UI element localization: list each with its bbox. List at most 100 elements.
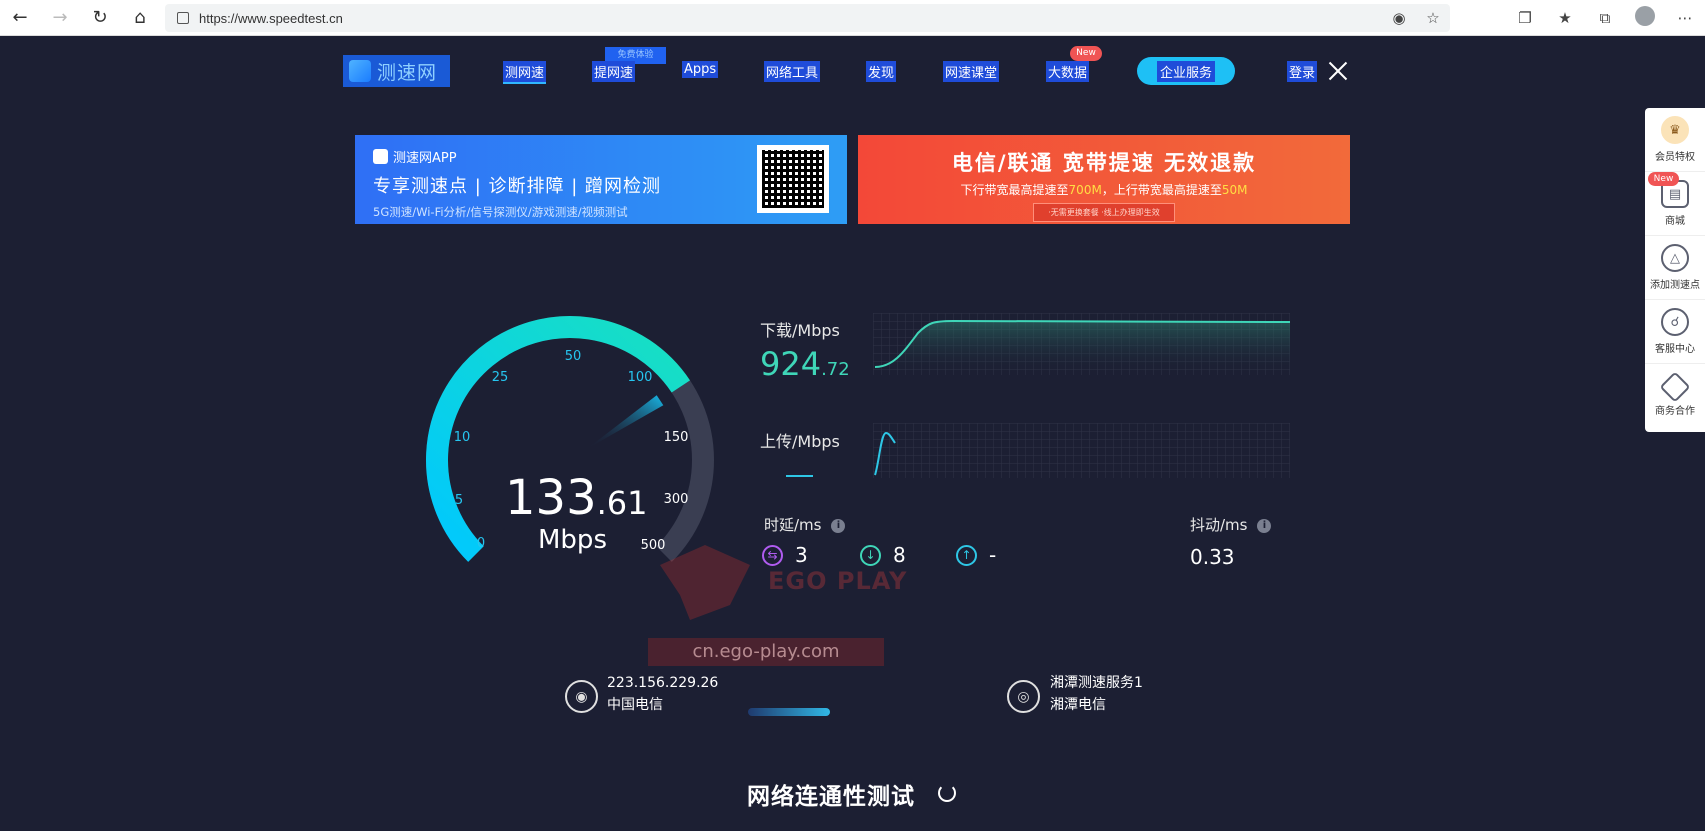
login-link[interactable]: 登录 xyxy=(1287,61,1318,82)
gauge-tick-5: 5 xyxy=(455,493,463,508)
promo-banner[interactable]: 电信/联通 宽带提速 无效退款 下行带宽最高提速至700M，上行带宽最高提速至5… xyxy=(858,135,1350,224)
nav-apps[interactable]: Apps xyxy=(682,61,719,78)
upload-placeholder-dash xyxy=(786,475,813,477)
home-button[interactable]: ⌂ xyxy=(120,0,160,36)
nav-big-data[interactable]: 大数据 xyxy=(1046,61,1090,82)
download-label: 下载/Mbps xyxy=(760,321,840,340)
tracking-prevention-icon[interactable]: ◉ xyxy=(1382,9,1416,27)
gauge-tick-10: 10 xyxy=(454,430,471,445)
gauge-tick-25: 25 xyxy=(492,370,509,385)
collections-icon[interactable]: ⧉ xyxy=(1585,9,1625,27)
qr-code-icon xyxy=(757,145,829,213)
current-speed: 133.61 xyxy=(505,470,648,526)
app-logo-icon xyxy=(373,149,388,164)
more-options-icon[interactable]: ⋯ xyxy=(1665,9,1705,27)
headset-icon: ☌ xyxy=(1661,308,1689,336)
new-badge: New xyxy=(1648,172,1679,186)
reload-icon: ↻ xyxy=(92,7,108,28)
gauge-tick-50: 50 xyxy=(565,349,582,364)
handshake-icon xyxy=(1659,370,1691,403)
ping-download: ↓ 8 xyxy=(860,543,906,567)
upload-graph xyxy=(873,423,1290,478)
test-progress-bar xyxy=(748,708,830,716)
gauge-needle xyxy=(586,395,664,449)
watermark-url: cn.ego-play.com xyxy=(648,638,884,666)
nav-speedtest[interactable]: 测网速 xyxy=(503,61,547,84)
download-graph xyxy=(873,313,1290,375)
speed-unit: Mbps xyxy=(538,525,607,555)
nav-discover[interactable]: 发现 xyxy=(866,61,897,82)
nav-speedup[interactable]: 提网速 xyxy=(592,61,636,82)
ping-upload: ↑ - xyxy=(956,543,996,567)
forward-button[interactable]: → xyxy=(40,0,80,36)
enterprise-button[interactable]: 企业服务 xyxy=(1137,57,1235,85)
side-item-label: 会员特权 xyxy=(1655,152,1695,163)
download-latency-icon: ↓ xyxy=(860,544,881,566)
logo-mark-icon xyxy=(349,60,371,82)
upload-latency-icon: ↑ xyxy=(956,544,977,566)
gauge-tick-300: 300 xyxy=(664,492,689,507)
logo-text: 测速网 xyxy=(377,61,438,84)
extensions-icon[interactable]: ❐ xyxy=(1505,9,1545,27)
download-area xyxy=(875,321,1290,375)
enterprise-label: 企业服务 xyxy=(1156,60,1215,82)
side-item-business[interactable]: 商务合作 xyxy=(1645,364,1705,428)
favorites-icon[interactable]: ★ xyxy=(1545,9,1585,27)
avatar xyxy=(1635,6,1655,26)
latency-info-icon[interactable]: i xyxy=(831,518,846,533)
refresh-icon[interactable] xyxy=(938,784,956,802)
gauge-tick-150: 150 xyxy=(664,430,689,445)
side-item-store[interactable]: New ▤ 商城 xyxy=(1645,172,1705,236)
side-item-label: 客服中心 xyxy=(1655,344,1695,355)
latency-label: 时延/ms i xyxy=(764,514,846,535)
lock-icon xyxy=(177,12,189,24)
network-node-icon: △ xyxy=(1661,244,1689,272)
back-arrow-icon: ← xyxy=(12,7,28,28)
profile-button[interactable] xyxy=(1625,6,1665,30)
app-banner[interactable]: 测速网APP 专享测速点 | 诊断排障 | 蹭网检测 5G测速/Wi-Fi分析/… xyxy=(355,135,847,224)
client-info: 223.156.229.26 中国电信 xyxy=(607,672,718,716)
side-item-label: 添加测速点 xyxy=(1650,280,1700,291)
jitter-label: 抖动/ms i xyxy=(1190,514,1272,535)
address-bar[interactable]: https://www.speedtest.cn ◉ ☆ xyxy=(165,4,1450,32)
crown-icon: ♛ xyxy=(1661,116,1689,144)
promo-subtitle: 下行带宽最高提速至700M，上行带宽最高提速至50M xyxy=(960,183,1248,197)
side-item-label: 商务合作 xyxy=(1655,405,1695,417)
side-panel: ♛ 会员特权 New ▤ 商城 △ 添加测速点 ☌ 客服中心 商务合作 xyxy=(1645,108,1705,432)
gauge-tick-100: 100 xyxy=(628,370,653,385)
side-item-label: 商城 xyxy=(1665,216,1685,227)
client-ip: 223.156.229.26 xyxy=(607,675,719,691)
nav-network-tools[interactable]: 网络工具 xyxy=(764,61,821,82)
watermark-brand: EGO PLAY xyxy=(768,567,908,595)
download-value: 924.72 xyxy=(760,345,850,383)
reload-button[interactable]: ↻ xyxy=(80,0,120,36)
idle-latency-icon: ⇆ xyxy=(762,544,783,566)
app-banner-title: 测速网APP xyxy=(393,151,457,166)
server-isp: 湘潭电信 xyxy=(1050,697,1106,713)
home-icon: ⌂ xyxy=(134,7,146,28)
ping-idle: ⇆ 3 xyxy=(762,543,808,567)
url-text[interactable]: https://www.speedtest.cn xyxy=(199,11,343,26)
side-item-add-node[interactable]: △ 添加测速点 xyxy=(1645,236,1705,300)
browser-toolbar: ← → ↻ ⌂ https://www.speedtest.cn ◉ ☆ ❐ ★… xyxy=(0,0,1705,36)
add-favorite-icon[interactable]: ☆ xyxy=(1416,9,1450,27)
jitter-info-icon[interactable]: i xyxy=(1257,518,1272,533)
side-item-vip[interactable]: ♛ 会员特权 xyxy=(1645,108,1705,172)
side-item-support[interactable]: ☌ 客服中心 xyxy=(1645,300,1705,364)
server-name[interactable]: 湘潭测速服务1 xyxy=(1050,672,1143,694)
close-icon[interactable] xyxy=(1326,59,1350,83)
gauge-tick-0: 0 xyxy=(477,536,485,551)
globe-icon: ◎ xyxy=(1007,680,1040,713)
forward-arrow-icon: → xyxy=(52,7,68,28)
watermark-logo-icon xyxy=(660,545,750,620)
promo-headline: 电信/联通 宽带提速 无效退款 xyxy=(951,151,1257,175)
site-logo[interactable]: 测速网 xyxy=(343,55,450,87)
upload-label: 上传/Mbps xyxy=(760,432,840,451)
new-badge: New xyxy=(1070,46,1102,61)
back-button[interactable]: ← xyxy=(0,0,40,36)
server-info[interactable]: 湘潭测速服务1 湘潭电信 xyxy=(1050,672,1143,716)
location-pin-icon: ◉ xyxy=(565,680,598,713)
client-isp: 中国电信 xyxy=(607,697,663,713)
promo-note: ·无需更换套餐 ·线上办理即生效 xyxy=(1033,203,1175,222)
nav-course[interactable]: 网速课堂 xyxy=(943,61,1000,82)
